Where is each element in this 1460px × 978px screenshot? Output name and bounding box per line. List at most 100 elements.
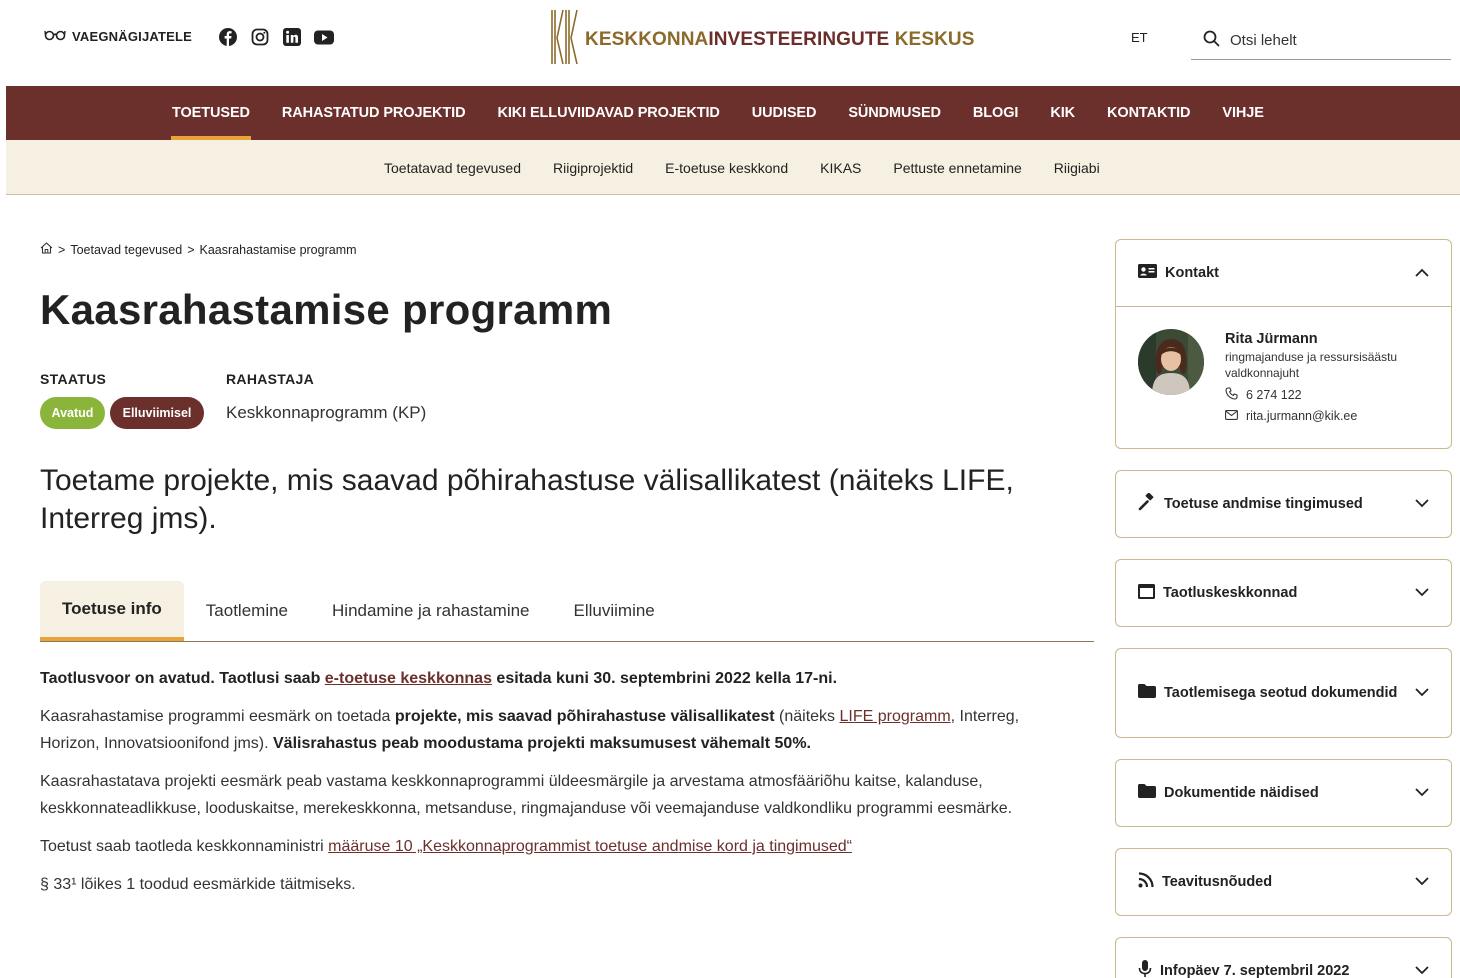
site-header: VAEGNÄGIJATELE KESKKONNAINVESTEERINGUTE … (6, 0, 1460, 86)
nav-item-rahastatud-projektid[interactable]: RAHASTATUD PROJEKTID (266, 86, 482, 140)
tab-content: Taotlusvoor on avatud. Taotlusi saab e-t… (40, 665, 1080, 909)
breadcrumb: > Toetavad tegevused > Kaasrahastamise p… (40, 242, 357, 257)
accordion-dokumentide-naidised[interactable]: Dokumentide näidised (1115, 759, 1452, 827)
chevron-down-icon[interactable] (1415, 963, 1429, 978)
content-paragraph-regulation: Toetust saab taotleda keskkonnaministri … (40, 838, 852, 855)
phone-icon (1225, 387, 1238, 403)
instagram-icon[interactable] (250, 27, 270, 47)
status-badge-implementation: Elluviimisel (110, 397, 204, 429)
tab-toetuse-info[interactable]: Toetuse info (40, 581, 184, 641)
accordion-title: Toetuse andmise tingimused (1164, 495, 1363, 512)
contact-phone-row: 6 274 122 (1225, 387, 1435, 403)
regulation-link[interactable]: määruse 10 „Keskkonnaprogrammist toetuse… (328, 838, 852, 855)
accordion-header[interactable]: Infopäev 7. septembril 2022 (1116, 938, 1451, 978)
accordion-infopaev[interactable]: Infopäev 7. septembril 2022 (1115, 937, 1452, 978)
funder-label: RAHASTAJA (226, 371, 314, 387)
home-icon[interactable] (40, 242, 53, 257)
content-paragraph-deadline: Taotlusvoor on avatud. Taotlusi saab e-t… (40, 670, 838, 687)
breadcrumb-item-toetavad-tegevused[interactable]: Toetavad tegevused (70, 243, 182, 257)
lead-text: Toetame projekte, mis saavad põhirahastu… (40, 464, 1014, 535)
page-title: Kaasrahastamise programm (40, 286, 613, 333)
youtube-icon[interactable] (314, 27, 334, 47)
subnav-item-toetatavad-tegevused[interactable]: Toetatavad tegevused (368, 160, 537, 176)
chevron-up-icon[interactable] (1415, 265, 1429, 281)
nav-item-blogi[interactable]: BLOGI (957, 86, 1034, 140)
tab-taotlemine[interactable]: Taotlemine (184, 581, 310, 641)
contact-card-body: Rita Jürmann ringmajanduse ja ressursisä… (1116, 306, 1451, 448)
breadcrumb-separator: > (187, 242, 195, 257)
nav-item-vihje[interactable]: VIHJE (1206, 86, 1279, 140)
accordion-title: Taotlemisega seotud dokumendid (1164, 684, 1398, 701)
breadcrumb-separator: > (58, 242, 66, 257)
accordion-header[interactable]: Teavitusnõuded (1116, 849, 1451, 915)
subnav-item-pettuste-ennetamine[interactable]: Pettuste ennetamine (877, 160, 1037, 176)
accordion-teavitusnouded[interactable]: Teavitusnõuded (1115, 848, 1452, 916)
accordion-header[interactable]: Taotlemisega seotud dokumendid (1116, 649, 1451, 737)
nav-item-kontaktid[interactable]: KONTAKTID (1091, 86, 1206, 140)
site-logo[interactable]: KESKKONNAINVESTEERINGUTE KESKUS (549, 8, 975, 71)
glasses-icon (44, 29, 66, 44)
funder-value: Keskkonnaprogramm (KP) (226, 403, 427, 422)
accordion-header[interactable]: Dokumentide näidised (1116, 760, 1451, 826)
accordion-title: Taotluskeskkonnad (1163, 584, 1298, 601)
status-label: STAATUS (40, 371, 107, 387)
envelope-icon (1225, 409, 1238, 423)
accordion-title: Infopäev 7. septembril 2022 (1160, 962, 1350, 978)
sub-nav: Toetatavad tegevused Riigiprojektid E-to… (6, 140, 1460, 195)
e-toetus-link[interactable]: e-toetuse keskkonnas (325, 670, 492, 687)
accordion-title: Teavitusnõuded (1162, 873, 1273, 890)
search-icon[interactable] (1203, 30, 1220, 52)
rss-icon (1138, 872, 1154, 892)
id-card-icon (1138, 264, 1157, 282)
tab-hindamine-ja-rahastamine[interactable]: Hindamine ja rahastamine (310, 581, 552, 641)
chevron-down-icon[interactable] (1415, 785, 1429, 801)
accessibility-link[interactable]: VAEGNÄGIJATELE (44, 29, 192, 44)
tab-elluviimine[interactable]: Elluviimine (552, 581, 677, 641)
accordion-header[interactable]: Taotluskeskkonnad (1116, 560, 1451, 626)
accordion-title: Dokumentide näidised (1164, 784, 1319, 801)
contact-role: ringmajanduse ja ressursisäästu valdkonn… (1225, 350, 1398, 380)
accordion-taotluskeskkonnad[interactable]: Taotluskeskkonnad (1115, 559, 1452, 627)
social-links (218, 27, 334, 47)
nav-item-kik[interactable]: KIK (1034, 86, 1091, 140)
contact-card-header[interactable]: Kontakt (1116, 240, 1451, 306)
microphone-icon (1138, 960, 1152, 978)
facebook-icon[interactable] (218, 27, 238, 47)
gavel-icon (1138, 492, 1156, 515)
accessibility-label: VAEGNÄGIJATELE (72, 29, 193, 44)
accordion-taotlemisega-seotud-dokumendid[interactable]: Taotlemisega seotud dokumendid (1115, 648, 1452, 738)
search-input[interactable] (1230, 32, 1430, 49)
contact-card-title: Kontakt (1165, 264, 1219, 281)
chevron-down-icon[interactable] (1415, 585, 1429, 601)
subnav-item-kikas[interactable]: KIKAS (804, 160, 877, 176)
accordion-header[interactable]: Toetuse andmise tingimused (1116, 471, 1451, 537)
life-programm-link[interactable]: LIFE programm (840, 708, 951, 725)
contact-phone[interactable]: 6 274 122 (1246, 388, 1302, 402)
contact-name: Rita Jürmann (1225, 331, 1318, 347)
subnav-item-riigiprojektid[interactable]: Riigiprojektid (537, 160, 649, 176)
chevron-down-icon[interactable] (1415, 496, 1429, 512)
linkedin-icon[interactable] (282, 27, 302, 47)
contact-email-row: rita.jurmann@kik.ee (1225, 409, 1435, 423)
nav-item-syndmused[interactable]: SÜNDMUSED (832, 86, 957, 140)
subnav-item-riigiabi[interactable]: Riigiabi (1038, 160, 1116, 176)
kik-logo-icon (549, 8, 579, 71)
subnav-item-e-toetuse-keskkond[interactable]: E-toetuse keskkond (649, 160, 804, 176)
chevron-down-icon[interactable] (1415, 874, 1429, 890)
folder-icon (1138, 684, 1156, 702)
content-paragraph-goals: Kaasrahastatava projekti eesmärk peab va… (40, 773, 1013, 817)
search-box (1191, 22, 1451, 60)
nav-item-toetused[interactable]: TOETUSED (156, 86, 266, 140)
accordion-toetuse-andmise-tingimused[interactable]: Toetuse andmise tingimused (1115, 470, 1452, 538)
status-badge-open: Avatud (40, 397, 105, 429)
contact-avatar (1138, 329, 1204, 395)
contact-info: Rita Jürmann ringmajanduse ja ressursisä… (1225, 331, 1435, 423)
chevron-down-icon[interactable] (1415, 685, 1429, 701)
contact-card: Kontakt Rita Jürmann ringmajanduse ja re… (1115, 239, 1452, 449)
nav-item-kiki-elluviidavad-projektid[interactable]: KIKI ELLUVIIDAVAD PROJEKTID (481, 86, 735, 140)
breadcrumb-item-current: Kaasrahastamise programm (199, 242, 357, 257)
contact-email[interactable]: rita.jurmann@kik.ee (1246, 409, 1357, 423)
folder-icon (1138, 784, 1156, 802)
language-switcher[interactable]: ET (1131, 30, 1148, 45)
nav-item-uudised[interactable]: UUDISED (736, 86, 833, 140)
